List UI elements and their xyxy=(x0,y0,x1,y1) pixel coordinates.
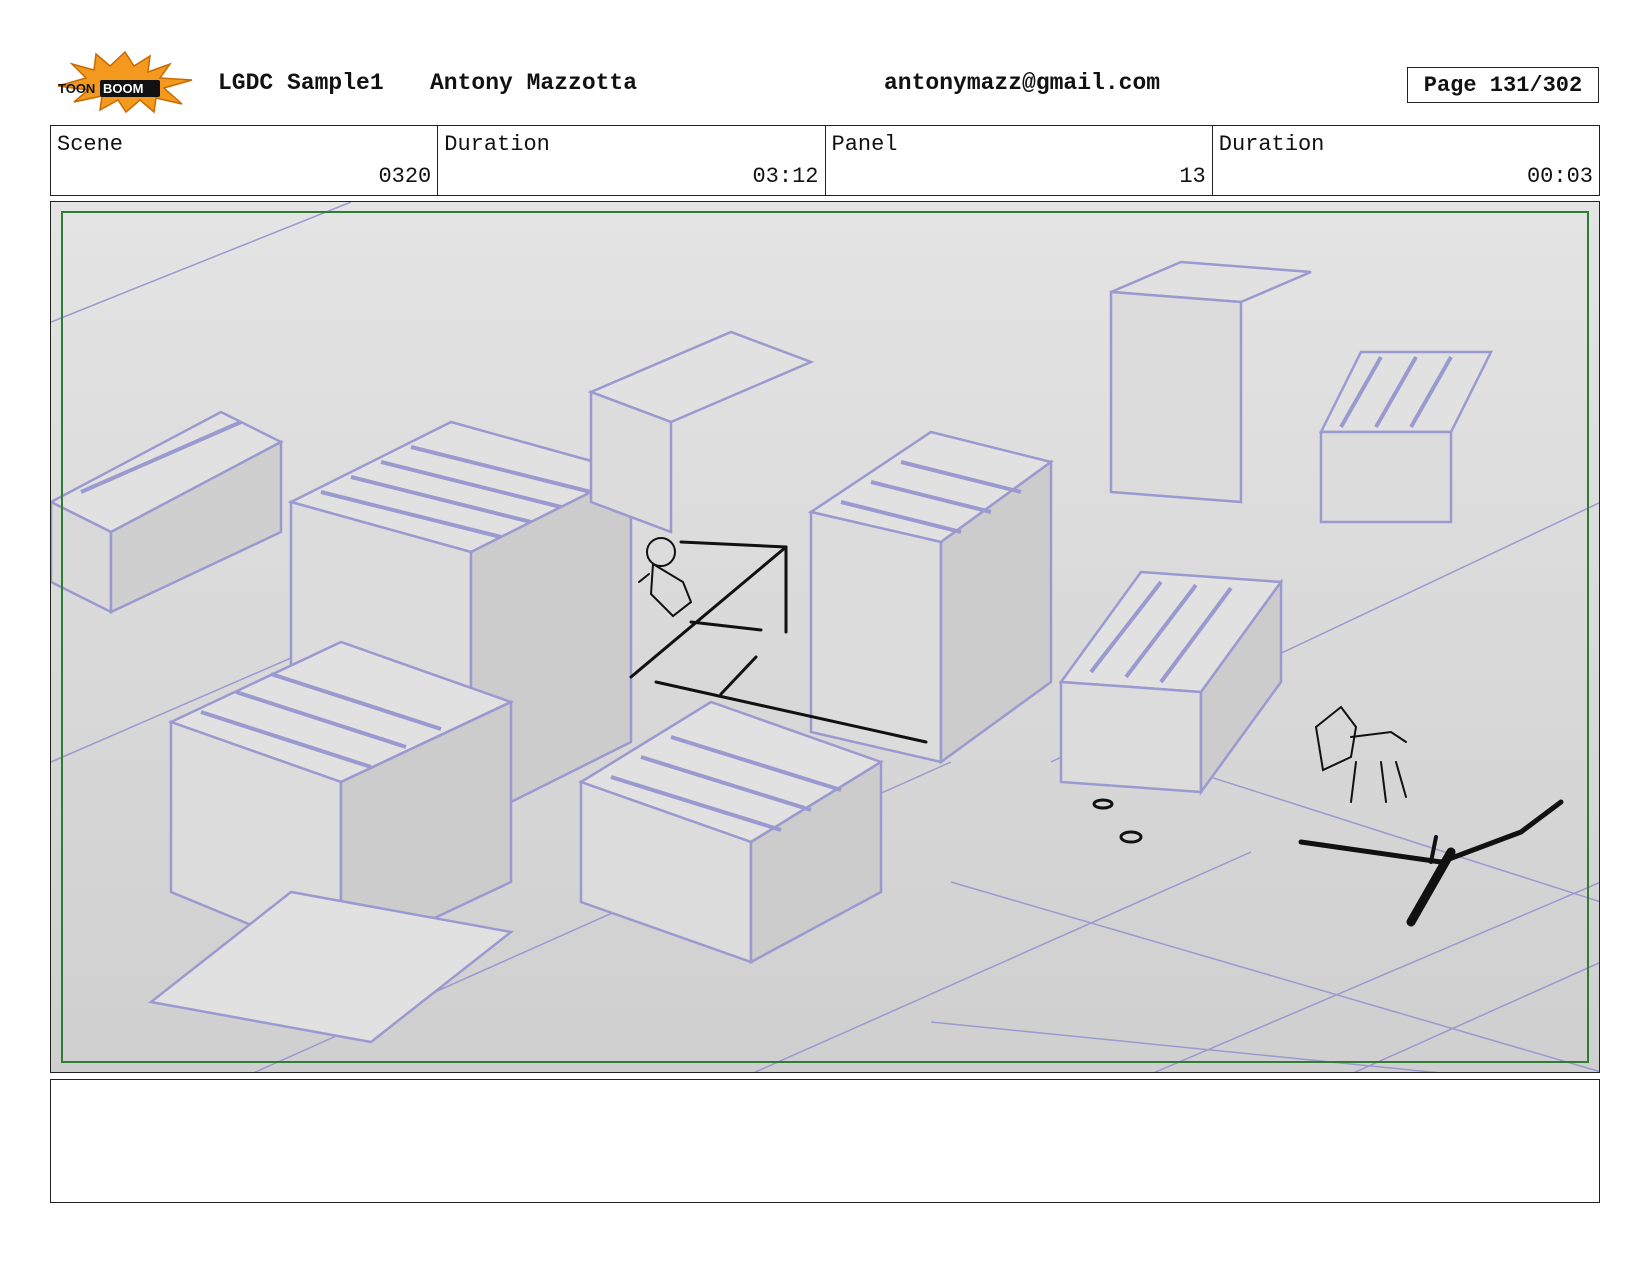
toonboom-logo: TOON BOOM xyxy=(57,50,193,114)
page-number: Page 131/302 xyxy=(1407,67,1599,103)
panel-label: Panel xyxy=(831,132,898,157)
panel-value: 13 xyxy=(1179,164,1206,189)
panel-duration-cell: Duration 00:03 xyxy=(1213,126,1599,195)
scene-cell: Scene 0320 xyxy=(51,126,439,195)
panel-cell: Panel 13 xyxy=(826,126,1213,195)
author-email: antonymazz@gmail.com xyxy=(884,70,1161,96)
scene-duration-value: 03:12 xyxy=(752,164,819,189)
scene-value: 0320 xyxy=(378,164,432,189)
panel-duration-value: 00:03 xyxy=(1526,164,1593,189)
scene-label: Scene xyxy=(57,132,124,157)
panel-duration-label: Duration xyxy=(1218,132,1325,157)
author-name: Antony Mazzotta xyxy=(430,70,638,96)
storyboard-panel xyxy=(50,201,1600,1073)
scene-duration-cell: Duration 03:12 xyxy=(438,126,826,195)
svg-text:BOOM: BOOM xyxy=(103,81,143,96)
panel-artwork xyxy=(51,202,1599,1072)
scene-duration-label: Duration xyxy=(444,132,550,157)
panel-notes-box xyxy=(50,1079,1600,1203)
scene-info-table: Scene 0320 Duration 03:12 Panel 13 Durat… xyxy=(50,125,1600,196)
svg-text:TOON: TOON xyxy=(58,81,95,96)
project-title: LGDC Sample1 xyxy=(218,70,384,96)
